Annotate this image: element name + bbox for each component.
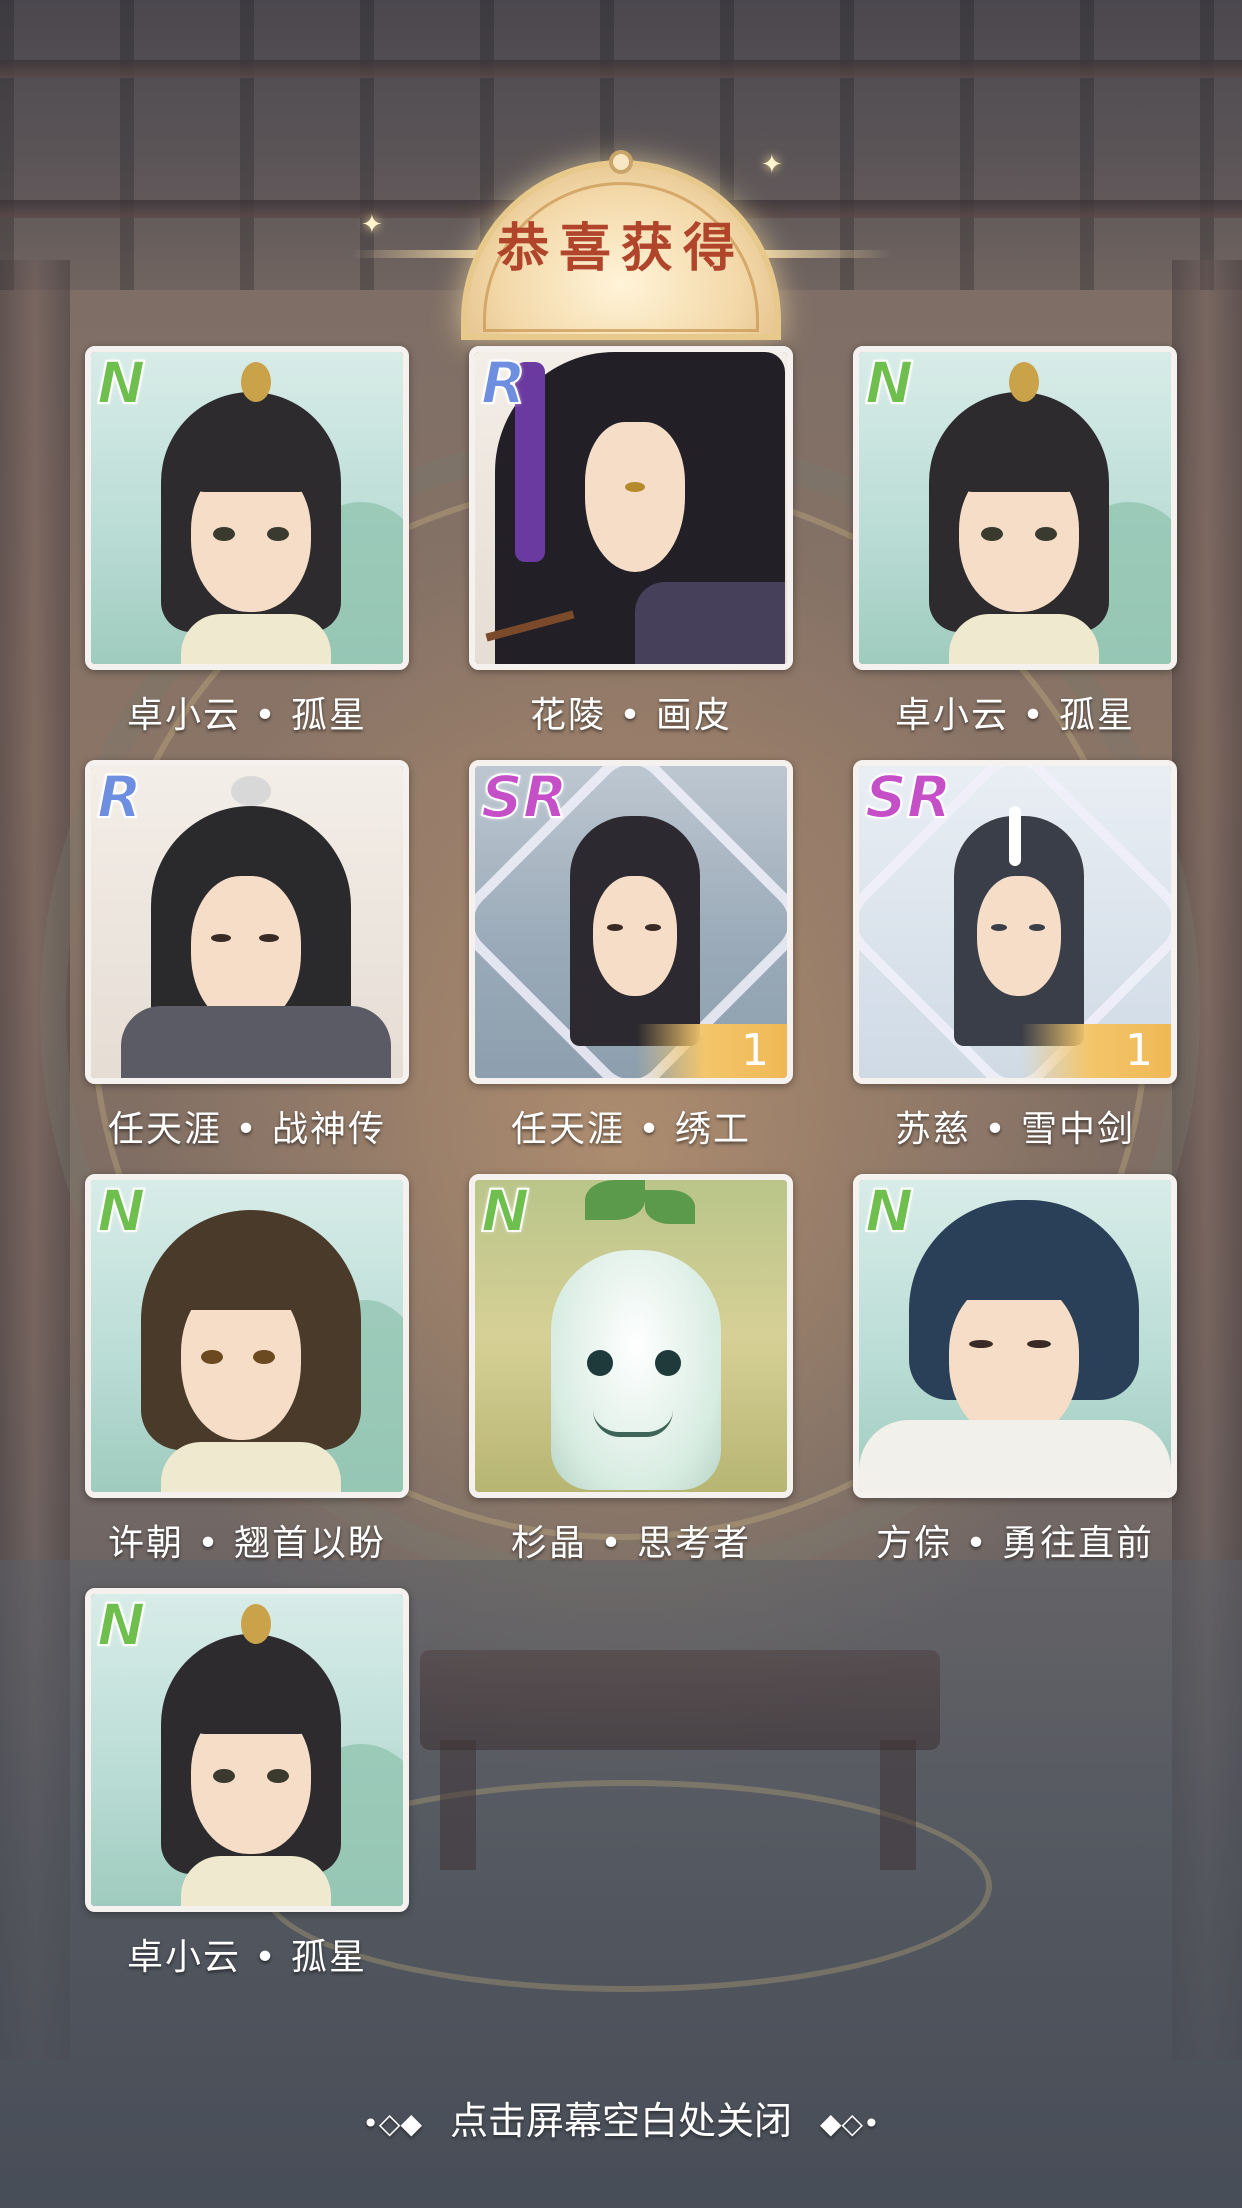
card-frame: N <box>85 346 409 670</box>
reward-card[interactable]: N 卓小云 • 孤星 <box>85 346 409 736</box>
reward-card[interactable]: SR 1 苏慈 • 雪中剑 <box>853 760 1177 1150</box>
hint-deco-left-icon: •◇◆ <box>362 2107 422 2140</box>
rarity-badge-n: N <box>864 349 915 417</box>
card-frame: SR 1 <box>853 760 1177 1084</box>
card-name: 许朝 • 翘首以盼 <box>107 1523 387 1564</box>
card-name: 苏慈 • 雪中剑 <box>894 1109 1136 1150</box>
hint-deco-right-icon: ◆◇• <box>820 2107 880 2140</box>
count-tag: 1 <box>637 1024 787 1078</box>
reward-card[interactable]: N 卓小云 • 孤星 <box>85 1588 409 1978</box>
rarity-badge-sr: SR <box>864 763 952 831</box>
card-name: 杉晶 • 思考者 <box>510 1523 752 1564</box>
card-frame: N <box>85 1174 409 1498</box>
card-name: 任天涯 • 战神传 <box>107 1109 387 1150</box>
reward-card[interactable]: N 杉晶 • 思考者 <box>469 1174 793 1564</box>
card-frame: R <box>85 760 409 1084</box>
card-name: 卓小云 • 孤星 <box>894 695 1136 736</box>
reward-grid: N 卓小云 • 孤星 R 花陵 • 画皮 N 卓小云 • 孤星 R 任天涯 • … <box>0 0 1242 2208</box>
card-frame: N <box>853 1174 1177 1498</box>
card-frame: N <box>85 1588 409 1912</box>
rarity-badge-n: N <box>480 1177 531 1245</box>
rarity-badge-r: R <box>480 349 527 417</box>
card-name: 卓小云 • 孤星 <box>126 695 368 736</box>
reward-card[interactable]: N 许朝 • 翘首以盼 <box>85 1174 409 1564</box>
rarity-badge-n: N <box>96 1591 147 1659</box>
card-name: 花陵 • 画皮 <box>529 695 733 736</box>
card-frame: SR 1 <box>469 760 793 1084</box>
card-frame: R <box>469 346 793 670</box>
reward-card[interactable]: N 卓小云 • 孤星 <box>853 346 1177 736</box>
count-tag: 1 <box>1021 1024 1171 1078</box>
card-name: 卓小云 • 孤星 <box>126 1937 368 1978</box>
reward-card[interactable]: R 花陵 • 画皮 <box>469 346 793 736</box>
reward-card[interactable]: N 方倧 • 勇往直前 <box>853 1174 1177 1564</box>
card-name: 任天涯 • 绣工 <box>510 1109 752 1150</box>
rarity-badge-n: N <box>864 1177 915 1245</box>
reward-card[interactable]: SR 1 任天涯 • 绣工 <box>469 760 793 1150</box>
rarity-badge-sr: SR <box>480 763 568 831</box>
close-hint-text: 点击屏幕空白处关闭 <box>449 2099 792 2143</box>
reward-card[interactable]: R 任天涯 • 战神传 <box>85 760 409 1150</box>
rarity-badge-r: R <box>96 763 143 831</box>
close-hint-area[interactable]: •◇◆ 点击屏幕空白处关闭 ◆◇• <box>0 2090 1242 2145</box>
rarity-badge-n: N <box>96 1177 147 1245</box>
card-name: 方倧 • 勇往直前 <box>875 1523 1155 1564</box>
rarity-badge-n: N <box>96 349 147 417</box>
card-frame: N <box>469 1174 793 1498</box>
card-frame: N <box>853 346 1177 670</box>
